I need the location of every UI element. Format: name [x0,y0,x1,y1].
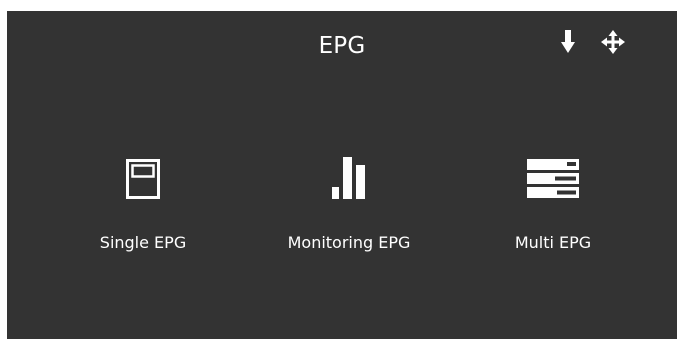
bar-chart-icon [264,157,434,201]
monitoring-epg-button[interactable]: Monitoring EPG [264,157,434,267]
single-epg-button[interactable]: Single EPG [58,157,228,267]
epg-panel: EPG Single EPG Monitoring EPG Multi EPG [7,11,677,339]
multi-epg-button[interactable]: Multi EPG [468,157,638,267]
multi-epg-label: Multi EPG [514,233,592,252]
move-arrows-icon[interactable] [600,29,626,55]
single-window-icon [58,157,228,201]
arrow-down-icon[interactable] [555,29,581,55]
stacked-list-icon [468,157,638,201]
single-epg-label: Single EPG [99,233,187,252]
monitoring-epg-label: Monitoring EPG [287,233,411,252]
